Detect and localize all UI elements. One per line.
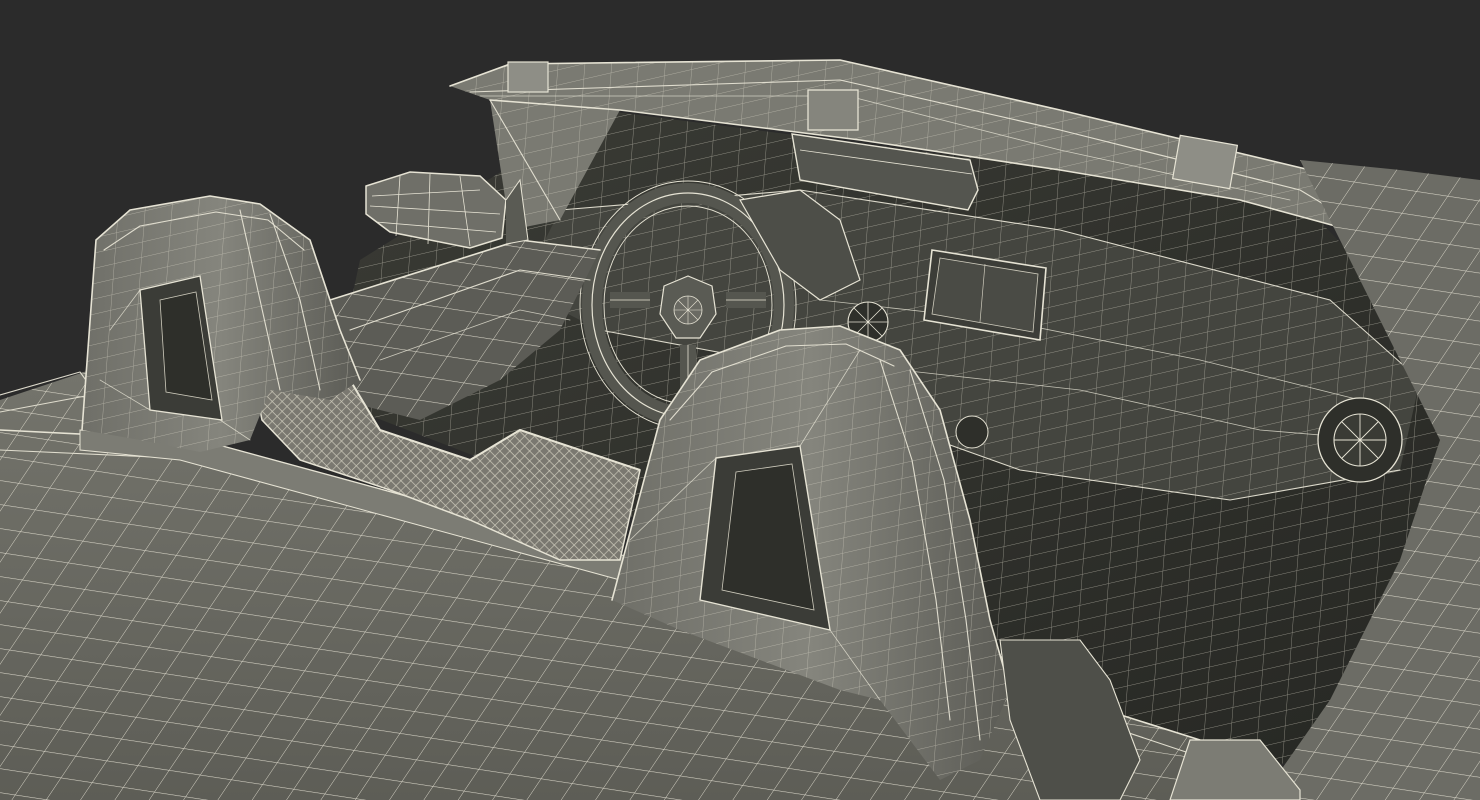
air-vent [1317, 397, 1403, 483]
render-viewport [0, 0, 1480, 800]
air-vent [955, 415, 989, 449]
car-wireframe-scene [0, 59, 1480, 800]
